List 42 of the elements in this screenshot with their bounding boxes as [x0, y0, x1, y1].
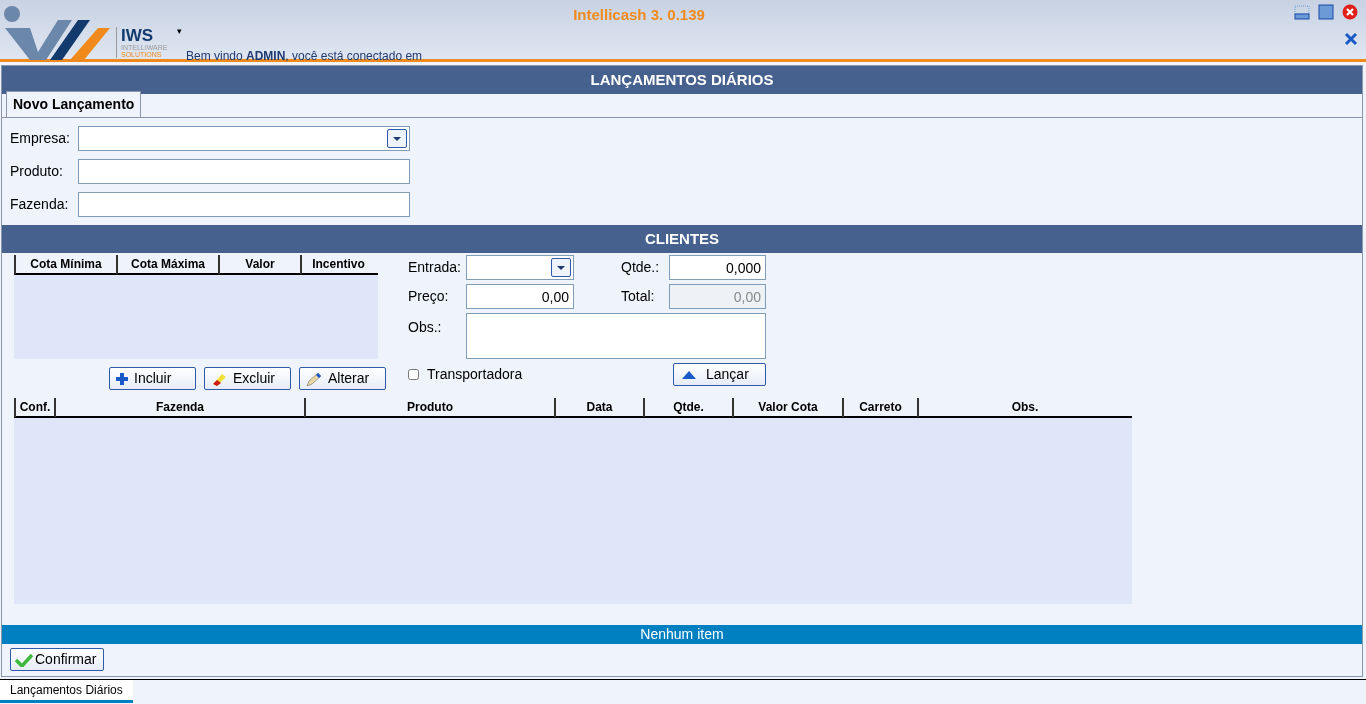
- caret-down-icon: [557, 265, 565, 270]
- form-tab[interactable]: Novo Lançamento: [6, 91, 142, 117]
- minimize-icon[interactable]: [1294, 4, 1310, 20]
- window-tab[interactable]: Lançamentos Diários: [0, 680, 133, 703]
- section-title-bar: CLIENTES: [2, 225, 1362, 253]
- app-title: Intellicash 3. 0.139: [572, 5, 706, 25]
- confirm-button[interactable]: Confirmar: [10, 648, 104, 671]
- input-field[interactable]: 0,000: [669, 255, 766, 280]
- action-button[interactable]: Alterar: [299, 367, 386, 390]
- page-title-bar: LANÇAMENTOS DIÁRIOS: [2, 66, 1362, 94]
- field-label: Produto:: [10, 162, 64, 181]
- field-label: Preço:: [408, 287, 450, 306]
- field-label: Qtde.:: [621, 258, 661, 277]
- caret-down-icon: [393, 136, 401, 141]
- input-field[interactable]: 0,00: [466, 284, 574, 309]
- action-button[interactable]: Incluir: [109, 367, 196, 390]
- checkbox-label: Transportadora: [427, 365, 523, 384]
- status-bar: Nenhum item: [2, 625, 1362, 644]
- input-field[interactable]: [78, 159, 410, 184]
- dropdown-button[interactable]: [551, 258, 571, 277]
- field-label: Total:: [621, 287, 656, 306]
- field-label: Fazenda:: [10, 195, 70, 214]
- field-label: Empresa:: [10, 129, 71, 148]
- eraser-icon: [211, 371, 227, 386]
- checkmark-icon: [15, 652, 33, 667]
- submit-button[interactable]: Lançar: [673, 363, 766, 386]
- close-icon[interactable]: [1342, 4, 1358, 20]
- action-button[interactable]: Excluir: [204, 367, 291, 390]
- entry-dropdown[interactable]: [466, 255, 574, 280]
- notes-field[interactable]: [466, 313, 766, 359]
- menu-caret[interactable]: ▾: [174, 24, 184, 40]
- pencil-icon: [306, 371, 322, 386]
- checkbox[interactable]: [408, 369, 419, 380]
- input-field[interactable]: [78, 192, 410, 217]
- close-icon[interactable]: [1344, 31, 1358, 46]
- welcome-text: Bem vindo ADMIN, você está conectado em: [186, 47, 424, 65]
- dropdown-button[interactable]: [387, 129, 407, 148]
- field-label: Entrada:: [408, 258, 462, 277]
- plus-icon: [116, 372, 128, 385]
- field-label: Obs.:: [408, 318, 443, 337]
- logo-text: IWS: [121, 27, 155, 44]
- triangle-up-icon: [682, 370, 696, 379]
